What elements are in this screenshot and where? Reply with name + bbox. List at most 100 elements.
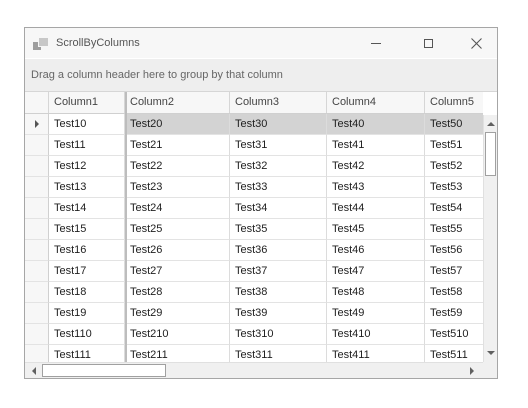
grid-cell[interactable]: Test33 — [230, 177, 327, 198]
grid-cell[interactable]: Test11 — [49, 135, 125, 156]
scroll-left-button[interactable] — [27, 364, 41, 377]
grid-cell[interactable]: Test40 — [327, 114, 425, 135]
grid-cell[interactable]: Test49 — [327, 303, 425, 324]
grid-cell[interactable]: Test51 — [425, 135, 483, 156]
table-row[interactable]: Test18 Test28 Test38 Test48 Test58 — [25, 282, 483, 303]
grid-cell[interactable]: Test34 — [230, 198, 327, 219]
column-header-3[interactable]: Column3 — [230, 92, 327, 113]
table-row[interactable]: Test110 Test210 Test310 Test410 Test510 — [25, 324, 483, 345]
grid-cell[interactable]: Test45 — [327, 219, 425, 240]
grid-cell[interactable]: Test21 — [125, 135, 230, 156]
row-indicator[interactable] — [25, 177, 49, 198]
grid-cell[interactable]: Test511 — [425, 345, 483, 362]
table-row[interactable]: Test16 Test26 Test36 Test46 Test56 — [25, 240, 483, 261]
grid-cell[interactable]: Test16 — [49, 240, 125, 261]
grid-cell[interactable]: Test29 — [125, 303, 230, 324]
row-indicator[interactable] — [25, 156, 49, 177]
grid-cell[interactable]: Test111 — [49, 345, 125, 362]
grid-cell[interactable]: Test37 — [230, 261, 327, 282]
grid-cell[interactable]: Test39 — [230, 303, 327, 324]
grid-cell[interactable]: Test410 — [327, 324, 425, 345]
scroll-right-button[interactable] — [465, 364, 479, 377]
grid-cell[interactable]: Test210 — [125, 324, 230, 345]
grid-cell[interactable]: Test59 — [425, 303, 483, 324]
grid-cell[interactable]: Test510 — [425, 324, 483, 345]
grid-cell[interactable]: Test56 — [425, 240, 483, 261]
group-by-panel[interactable]: Drag a column header here to group by th… — [25, 59, 497, 92]
table-row[interactable]: Test15 Test25 Test35 Test45 Test55 — [25, 219, 483, 240]
row-indicator[interactable] — [25, 345, 49, 362]
column-header-5[interactable]: Column5 — [425, 92, 483, 113]
scroll-up-button[interactable] — [484, 117, 497, 131]
grid-cell[interactable]: Test14 — [49, 198, 125, 219]
grid-cell[interactable]: Test46 — [327, 240, 425, 261]
vertical-scroll-thumb[interactable] — [485, 132, 496, 176]
row-indicator[interactable] — [25, 240, 49, 261]
grid-cell[interactable]: Test41 — [327, 135, 425, 156]
grid-cell[interactable]: Test311 — [230, 345, 327, 362]
grid-cell[interactable]: Test18 — [49, 282, 125, 303]
row-indicator[interactable] — [25, 135, 49, 156]
grid-cell[interactable]: Test54 — [425, 198, 483, 219]
grid-cell[interactable]: Test58 — [425, 282, 483, 303]
grid-cell[interactable]: Test43 — [327, 177, 425, 198]
column-header-2[interactable]: Column2 — [125, 92, 230, 113]
table-row[interactable]: Test12 Test22 Test32 Test42 Test52 — [25, 156, 483, 177]
grid-cell[interactable]: Test24 — [125, 198, 230, 219]
grid-cell[interactable]: Test12 — [49, 156, 125, 177]
row-indicator[interactable] — [25, 261, 49, 282]
minimize-button[interactable] — [353, 28, 399, 58]
grid-cell[interactable]: Test36 — [230, 240, 327, 261]
row-indicator[interactable] — [25, 282, 49, 303]
grid-cell[interactable]: Test53 — [425, 177, 483, 198]
grid-cell[interactable]: Test411 — [327, 345, 425, 362]
grid-cell[interactable]: Test10 — [49, 114, 125, 135]
table-row[interactable]: Test14 Test24 Test34 Test44 Test54 — [25, 198, 483, 219]
close-button[interactable] — [453, 28, 497, 58]
title-bar[interactable]: ScrollByColumns — [25, 28, 497, 58]
column-header-4[interactable]: Column4 — [327, 92, 425, 113]
grid-cell[interactable]: Test38 — [230, 282, 327, 303]
grid-cell[interactable]: Test30 — [230, 114, 327, 135]
grid-cell[interactable]: Test35 — [230, 219, 327, 240]
table-row[interactable]: Test13 Test23 Test33 Test43 Test53 — [25, 177, 483, 198]
grid-cell[interactable]: Test52 — [425, 156, 483, 177]
grid-cell[interactable]: Test28 — [125, 282, 230, 303]
grid-cell[interactable]: Test17 — [49, 261, 125, 282]
grid-cell[interactable]: Test211 — [125, 345, 230, 362]
grid-cell[interactable]: Test50 — [425, 114, 483, 135]
grid-cell[interactable]: Test19 — [49, 303, 125, 324]
grid-cell[interactable]: Test47 — [327, 261, 425, 282]
row-indicator[interactable] — [25, 198, 49, 219]
grid-cell[interactable]: Test44 — [327, 198, 425, 219]
grid-cell[interactable]: Test15 — [49, 219, 125, 240]
maximize-button[interactable] — [405, 28, 451, 58]
row-indicator[interactable] — [25, 303, 49, 324]
horizontal-scrollbar[interactable] — [25, 362, 483, 378]
scroll-down-button[interactable] — [484, 346, 497, 360]
table-row[interactable]: Test11 Test21 Test31 Test41 Test51 — [25, 135, 483, 156]
grid-cell[interactable]: Test26 — [125, 240, 230, 261]
grid-cell[interactable]: Test110 — [49, 324, 125, 345]
grid-cell[interactable]: Test23 — [125, 177, 230, 198]
grid-cell[interactable]: Test48 — [327, 282, 425, 303]
column-header-1[interactable]: Column1 — [49, 92, 125, 113]
row-indicator[interactable] — [25, 114, 49, 135]
table-row[interactable]: Test111 Test211 Test311 Test411 Test511 — [25, 345, 483, 362]
grid-cell[interactable]: Test42 — [327, 156, 425, 177]
grid-cell[interactable]: Test310 — [230, 324, 327, 345]
grid-cell[interactable]: Test31 — [230, 135, 327, 156]
grid-cell[interactable]: Test55 — [425, 219, 483, 240]
table-row[interactable]: Test19 Test29 Test39 Test49 Test59 — [25, 303, 483, 324]
row-indicator[interactable] — [25, 324, 49, 345]
grid-cell[interactable]: Test57 — [425, 261, 483, 282]
grid-cell[interactable]: Test20 — [125, 114, 230, 135]
row-indicator[interactable] — [25, 219, 49, 240]
grid-cell[interactable]: Test25 — [125, 219, 230, 240]
grid-cell[interactable]: Test27 — [125, 261, 230, 282]
grid-cell[interactable]: Test13 — [49, 177, 125, 198]
table-row[interactable]: Test17 Test27 Test37 Test47 Test57 — [25, 261, 483, 282]
grid-cell[interactable]: Test22 — [125, 156, 230, 177]
grid-cell[interactable]: Test32 — [230, 156, 327, 177]
horizontal-scroll-thumb[interactable] — [42, 364, 166, 377]
